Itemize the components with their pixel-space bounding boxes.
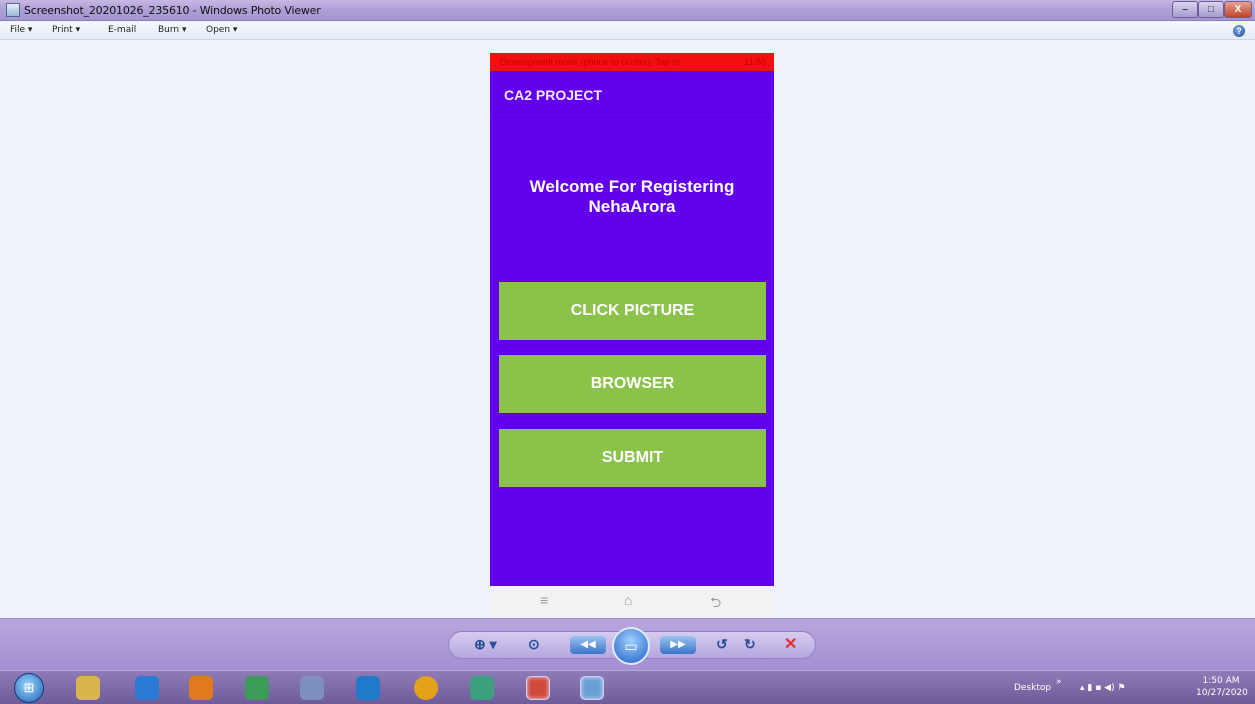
android-nav-bar: ≡ ⌂ ⮌ [490,586,774,616]
zoom-icon[interactable]: ⊕ ▾ [474,636,497,653]
delete-icon[interactable]: ✕ [784,634,797,654]
minimize-button[interactable]: – [1172,1,1198,18]
previous-button[interactable]: ◀◀ [570,636,606,654]
dev-mode-text: Development mode (phone to cluster). Tap… [500,57,680,67]
photo-viewer-taskbar-icon[interactable] [580,676,604,700]
clock-date: 10/27/2020 [1196,688,1248,698]
user-name: NehaArora [588,197,676,216]
recent-apps-icon[interactable]: ≡ [540,592,548,608]
welcome-line: Welcome For Registering [529,177,735,196]
file-explorer-icon[interactable] [76,676,100,700]
toolbar-overflow-icon[interactable]: » [1056,677,1062,687]
help-icon[interactable]: ? [1233,25,1245,37]
clock-time: 1:50 AM [1202,676,1240,686]
paint-icon[interactable] [300,676,324,700]
back-icon[interactable]: ⮌ [710,592,721,616]
slideshow-button[interactable]: ▭ [612,627,650,665]
menu-file[interactable]: File ▾ [10,25,32,35]
menu-burn[interactable]: Burn ▾ [158,25,187,35]
app-title: CA2 PROJECT [504,87,603,103]
android-studio-icon[interactable] [245,676,269,700]
menu-print[interactable]: Print ▾ [52,25,80,35]
submit-button[interactable]: SUBMIT [499,429,766,487]
phone-screen: Development mode (phone to cluster). Tap… [490,53,774,616]
window-titlebar: Screenshot_20201026_235610 - Windows Pho… [0,0,1255,21]
rotate-cw-icon[interactable]: ↻ [744,636,756,653]
status-time: 11:50 [744,57,766,67]
start-button[interactable]: ⊞ [14,673,44,703]
app-icon[interactable] [470,676,494,700]
home-icon[interactable]: ⌂ [624,592,632,608]
chrome-profile-icon[interactable] [526,676,550,700]
chrome-icon[interactable] [414,676,438,700]
viewer-toolbar: ⊕ ▾ ⊙ ◀◀ ▭ ▶▶ ↺ ↻ ✕ [0,618,1255,670]
browser-button[interactable]: BROWSER [499,355,766,413]
next-button[interactable]: ▶▶ [660,636,696,654]
vscode-icon[interactable] [356,676,380,700]
appbar-divider [490,117,774,118]
menu-email[interactable]: E-mail [108,25,136,35]
dev-mode-banner: Development mode (phone to cluster). Tap… [490,53,774,71]
close-button[interactable]: X [1224,1,1252,18]
photo-viewer-icon [6,3,20,17]
welcome-message: Welcome For Registering NehaArora [490,177,774,217]
maximize-button[interactable]: □ [1198,1,1224,18]
system-tray-icons[interactable]: ▴ ▮ ▪ ◀) ⚑ [1080,683,1126,693]
menu-bar: File ▾ Print ▾ E-mail Burn ▾ Open ▾ ? [0,22,1255,40]
clock[interactable]: 1:50 AM 10/27/2020 [1196,675,1248,699]
internet-explorer-icon[interactable] [135,676,159,700]
menu-open[interactable]: Open ▾ [206,25,237,35]
desktop-toolbar-label[interactable]: Desktop [1014,683,1051,693]
window-title: Screenshot_20201026_235610 - Windows Pho… [24,4,321,17]
taskbar: ⊞ Desktop » ▴ ▮ ▪ ◀) ⚑ 1:50 AM 10/27/202… [0,670,1255,704]
media-player-icon[interactable] [189,676,213,700]
click-picture-button[interactable]: CLICK PICTURE [499,282,766,340]
actual-size-icon[interactable]: ⊙ [528,636,540,653]
rotate-ccw-icon[interactable]: ↺ [716,636,728,653]
